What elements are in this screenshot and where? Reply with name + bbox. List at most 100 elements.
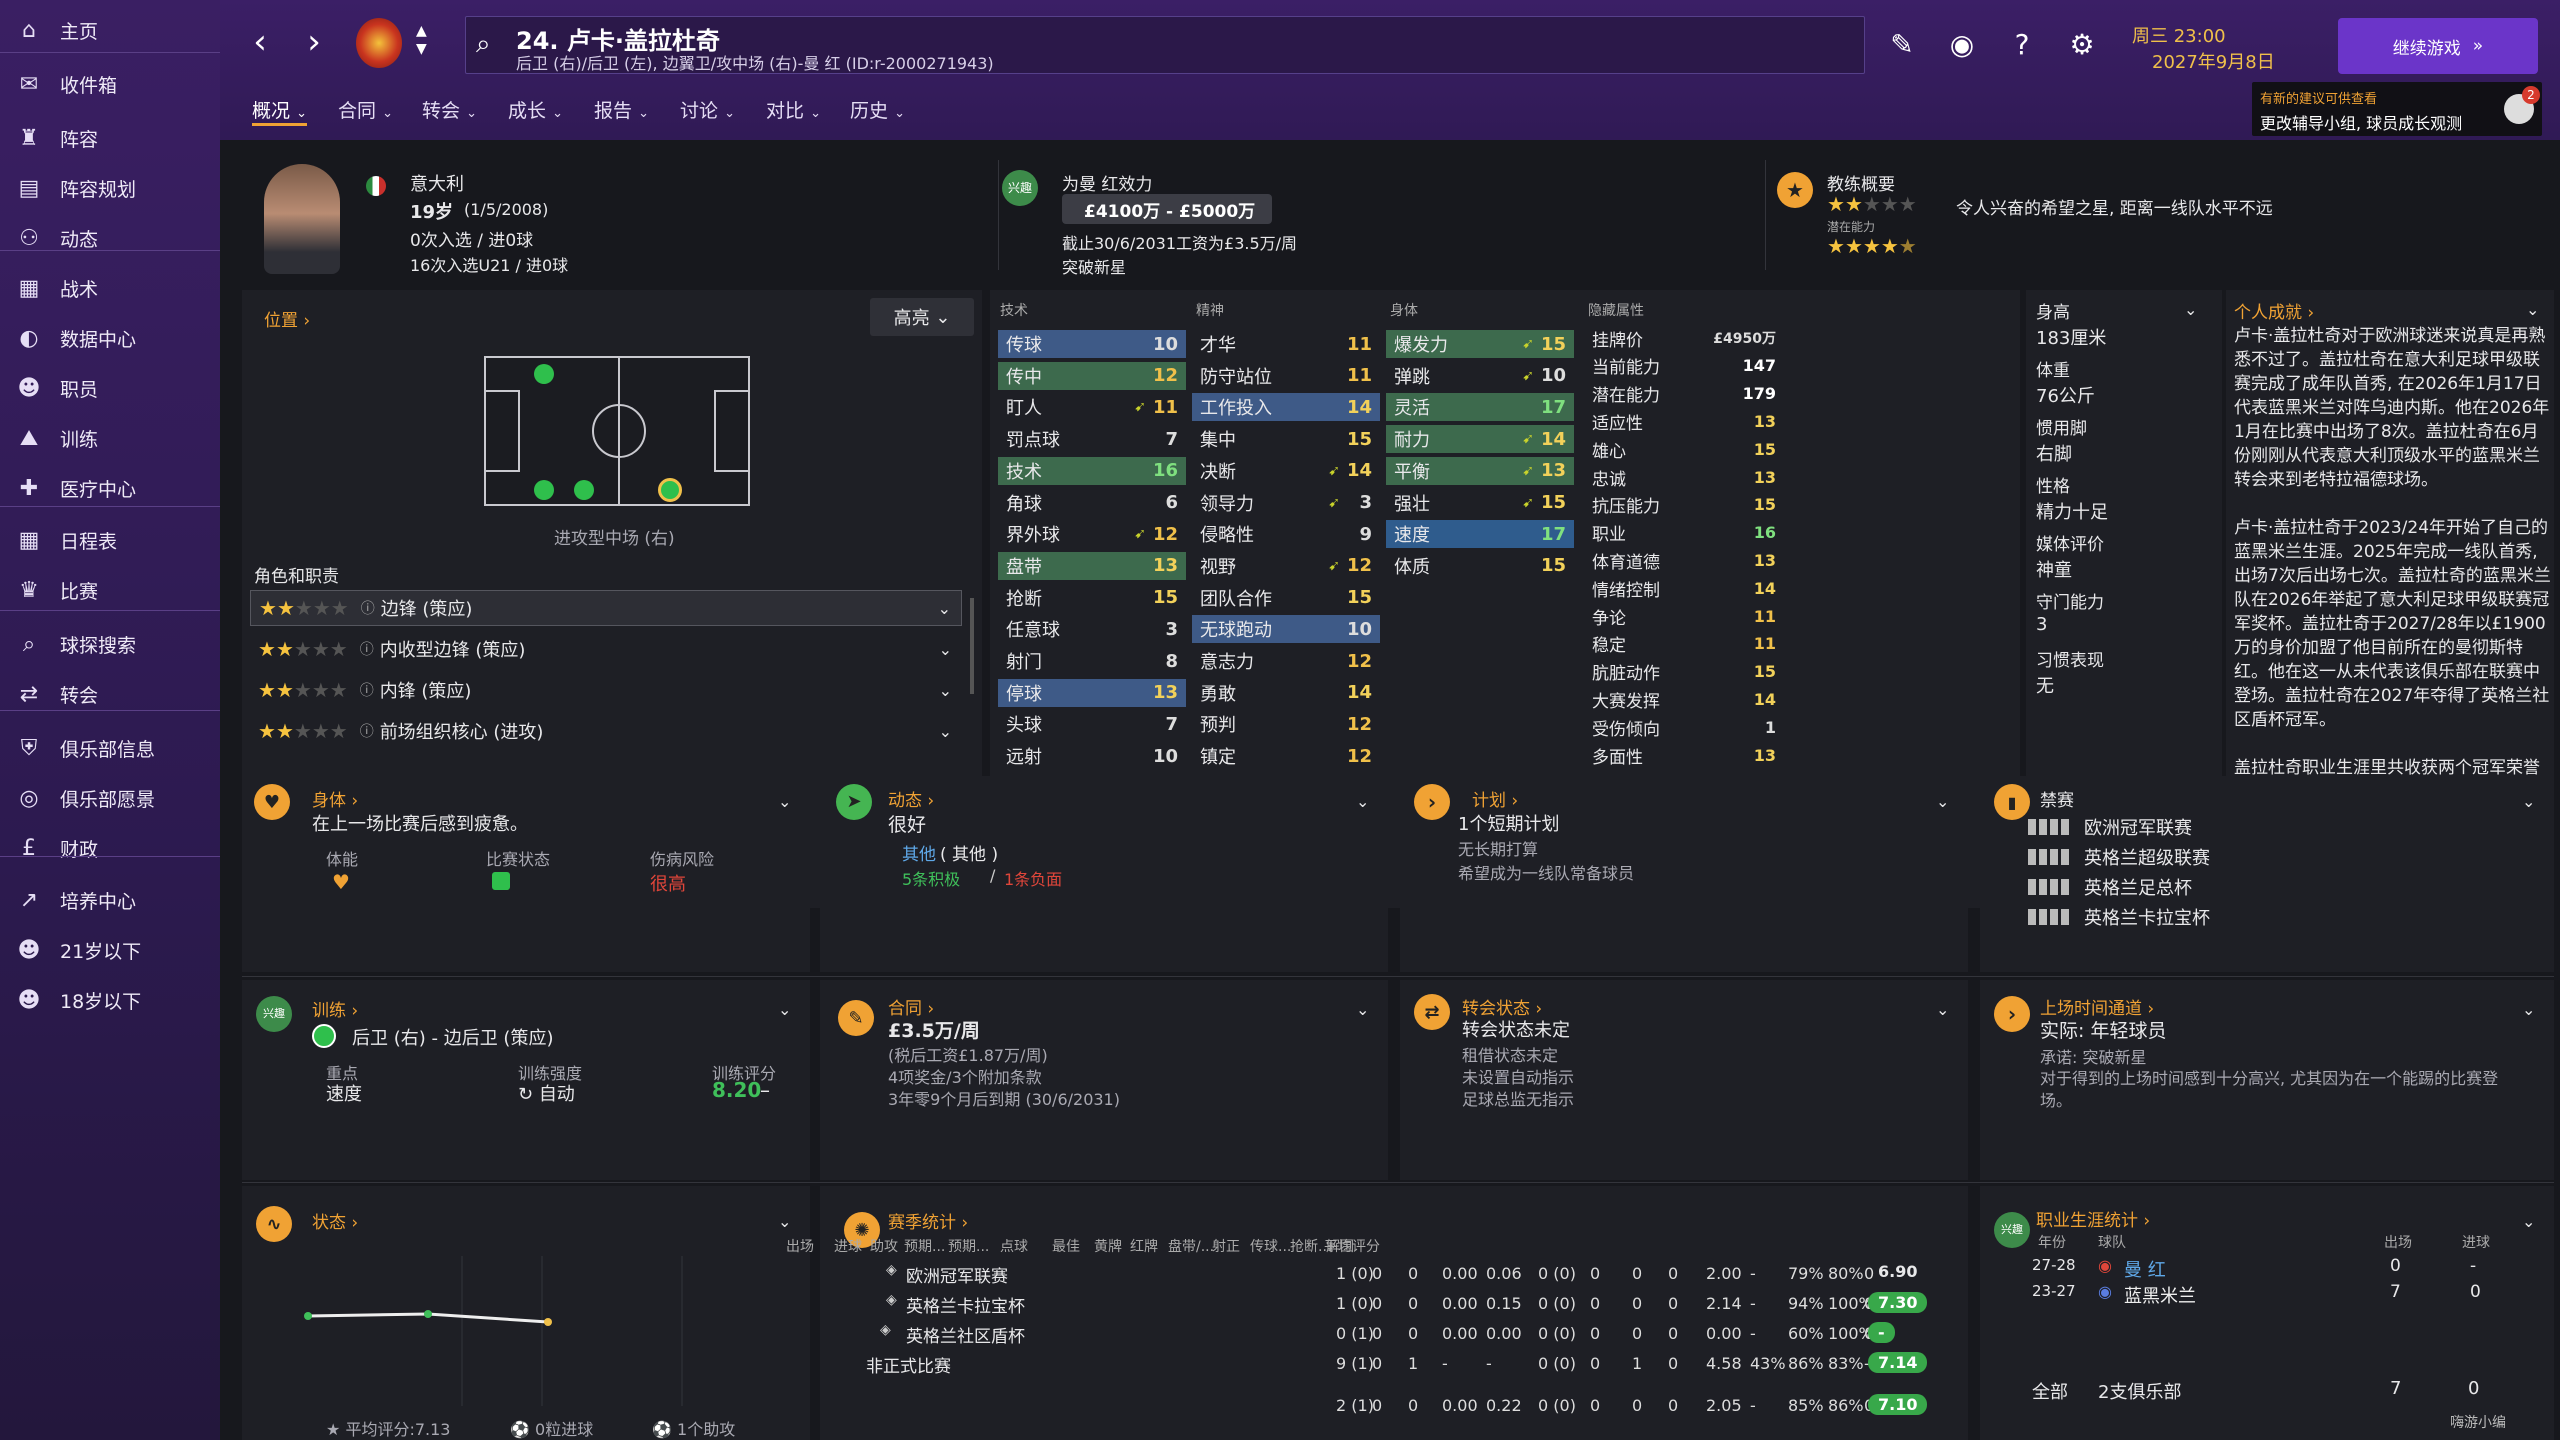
chevron-down-icon[interactable]: ⌄ (938, 599, 951, 618)
chevron-down-icon[interactable]: ⌄ (778, 1000, 791, 1019)
role-row[interactable]: ★★★★★ ⓘ 边锋 (策应) ⌄ (250, 590, 962, 626)
hidden-attribute-row[interactable]: 肮脏动作 15 (1584, 658, 1784, 686)
sidebar-item-home[interactable]: ⌂ 主页 (0, 10, 220, 50)
highlight-dropdown[interactable]: 高亮 ⌄ (870, 298, 974, 336)
chevron-down-icon[interactable]: ⌄ (2526, 300, 2539, 319)
attribute-row[interactable]: 平衡 ➹ 13 (1386, 456, 1574, 485)
sidebar-item-transfer[interactable]: ⇄ 转会 (0, 674, 220, 714)
attribute-row[interactable]: 团队合作 15 (1192, 584, 1380, 612)
tab-0[interactable]: 概况 ⌄ (252, 96, 307, 126)
competition-name[interactable]: 英格兰社区盾杯 (906, 1322, 1025, 1347)
hidden-attribute-row[interactable]: 情绪控制 14 (1584, 574, 1784, 602)
tab-3[interactable]: 成长 ⌄ (508, 96, 563, 126)
hidden-attribute-row[interactable]: 当前能力 147 (1584, 352, 1784, 380)
hidden-attribute-row[interactable]: 潜在能力 179 (1584, 380, 1784, 408)
attribute-row[interactable]: 速度 17 (1386, 520, 1574, 549)
dynamics-label[interactable]: 动态 › (888, 786, 934, 811)
gear-icon[interactable]: ⚙ (2062, 24, 2102, 64)
sidebar-item-u21[interactable]: ☻ 21岁以下 (0, 930, 220, 970)
attribute-row[interactable]: 无球跑动 10 (1192, 615, 1380, 644)
edit-icon[interactable]: ✎ (1882, 24, 1922, 64)
career-stats-label[interactable]: 职业生涯统计 › (2036, 1206, 2150, 1231)
sidebar-item-squad-planner[interactable]: ▤ 阵容规划 (0, 168, 220, 208)
tab-5[interactable]: 讨论 ⌄ (680, 96, 735, 126)
body-label[interactable]: 身体 › (312, 786, 358, 811)
attribute-row[interactable]: 抢断 15 (998, 584, 1186, 612)
sidebar-item-finance[interactable]: £ 财政 (0, 828, 220, 868)
attribute-row[interactable]: 集中 15 (1192, 425, 1380, 453)
attribute-row[interactable]: 头球 7 (998, 710, 1186, 738)
sidebar-item-medical[interactable]: ✚ 医疗中心 (0, 468, 220, 508)
sidebar-item-data-hub[interactable]: ◐ 数据中心 (0, 318, 220, 358)
role-row[interactable]: ★★★★★ ⓘ 前场组织核心 (进攻) ⌄ (250, 713, 962, 749)
role-row[interactable]: ★★★★★ ⓘ 内锋 (策应) ⌄ (250, 672, 962, 708)
attribute-row[interactable]: 界外球 ➹ 12 (998, 520, 1186, 548)
season-header[interactable]: 盘带/... (1168, 1236, 1214, 1256)
season-header[interactable]: 点球 (1000, 1236, 1028, 1256)
chevron-down-icon[interactable]: ⌄ (778, 1212, 791, 1231)
season-header[interactable]: 平均评分 (1324, 1236, 1380, 1256)
attribute-row[interactable]: 传中 12 (998, 361, 1186, 390)
season-header[interactable]: 预期... (904, 1236, 945, 1256)
player-switch-icon[interactable]: ▲ ▼ (416, 22, 427, 58)
training-label[interactable]: 训练 › (312, 996, 358, 1021)
season-header[interactable]: 射正 (1212, 1236, 1240, 1256)
attribute-row[interactable]: 任意球 3 (998, 615, 1186, 643)
chevron-down-icon[interactable]: ⌄ (2522, 792, 2535, 811)
roles-scrollbar[interactable] (970, 598, 974, 694)
competition-name[interactable]: 非正式比赛 (866, 1352, 951, 1377)
season-header[interactable]: 助攻 (870, 1236, 898, 1256)
chevron-down-icon[interactable]: ⌄ (1936, 792, 1949, 811)
season-header[interactable]: 红牌 (1130, 1236, 1158, 1256)
sidebar-item-search[interactable]: ⌕ 球探搜索 (0, 624, 220, 664)
chevron-down-icon[interactable]: ⌄ (2522, 1212, 2535, 1231)
position-label[interactable]: 位置 › (264, 306, 310, 331)
chevron-down-icon[interactable]: ⌄ (939, 640, 952, 659)
sidebar-item-dynamics[interactable]: ⚇ 动态 (0, 218, 220, 258)
sidebar-item-vision[interactable]: ◎ 俱乐部愿景 (0, 778, 220, 818)
info-icon[interactable]: ⓘ (360, 639, 374, 659)
competition-name[interactable]: 欧洲冠军联赛 (906, 1262, 1008, 1287)
season-header[interactable]: 最佳 (1052, 1236, 1080, 1256)
attribute-row[interactable]: 强壮 ➹ 15 (1386, 489, 1574, 517)
hidden-attribute-row[interactable]: 大赛发挥 14 (1584, 685, 1784, 713)
role-row[interactable]: ★★★★★ ⓘ 内收型边锋 (策应) ⌄ (250, 631, 962, 667)
career-team[interactable]: 蓝黑米兰 (2124, 1282, 2196, 1308)
attribute-row[interactable]: 停球 13 (998, 678, 1186, 707)
notification-box[interactable]: 有新的建议可供查看 更改辅导小组, 球员成长观测 2 (2252, 82, 2542, 136)
chevron-down-icon[interactable]: ⌄ (1356, 792, 1369, 811)
chevron-down-icon[interactable]: ⌄ (1936, 1000, 1949, 1019)
season-stats-label[interactable]: 赛季统计 › (888, 1208, 968, 1233)
attribute-row[interactable]: 意志力 12 (1192, 647, 1380, 675)
attribute-row[interactable]: 盘带 13 (998, 551, 1186, 580)
info-icon[interactable]: ⓘ (361, 598, 375, 618)
attribute-row[interactable]: 盯人 ➹ 11 (998, 393, 1186, 421)
sidebar-item-u18[interactable]: ☻ 18岁以下 (0, 980, 220, 1020)
attribute-row[interactable]: 工作投入 14 (1192, 393, 1380, 422)
attribute-row[interactable]: 耐力 ➹ 14 (1386, 425, 1574, 454)
chevron-down-icon[interactable]: ⌄ (1356, 1000, 1369, 1019)
sidebar-item-calendar[interactable]: ▦ 日程表 (0, 520, 220, 560)
attribute-row[interactable]: 才华 11 (1192, 330, 1380, 358)
chevron-down-icon[interactable]: ⌄ (2184, 300, 2197, 319)
tab-1[interactable]: 合同 ⌄ (338, 96, 393, 126)
tab-2[interactable]: 转会 ⌄ (422, 96, 477, 126)
hidden-attribute-row[interactable]: 雄心 15 (1584, 435, 1784, 463)
attribute-row[interactable]: 技术 16 (998, 456, 1186, 485)
attribute-row[interactable]: 远射 10 (998, 742, 1186, 770)
hidden-attribute-row[interactable]: 职业 16 (1584, 519, 1784, 547)
sidebar-item-inbox[interactable]: ✉ 收件箱 (0, 64, 220, 104)
competition-name[interactable]: 英格兰卡拉宝杯 (906, 1292, 1025, 1317)
attribute-row[interactable]: 镇定 12 (1192, 742, 1380, 770)
attribute-row[interactable]: 侵略性 9 (1192, 520, 1380, 548)
sidebar-item-tactics[interactable]: ▦ 战术 (0, 268, 220, 308)
hidden-attribute-row[interactable]: 多面性 13 (1584, 741, 1784, 769)
tab-6[interactable]: 对比 ⌄ (766, 96, 821, 126)
attribute-row[interactable]: 弹跳 ➹ 10 (1386, 362, 1574, 390)
tab-7[interactable]: 历史 ⌄ (850, 96, 905, 126)
attribute-row[interactable]: 视野 ➹ 12 (1192, 552, 1380, 580)
continue-button[interactable]: 继续游戏 » (2338, 18, 2538, 74)
sidebar-item-training[interactable]: ⛰ 训练 (0, 418, 220, 458)
help-icon[interactable]: ? (2002, 24, 2042, 64)
attribute-row[interactable]: 决断 ➹ 14 (1192, 457, 1380, 485)
